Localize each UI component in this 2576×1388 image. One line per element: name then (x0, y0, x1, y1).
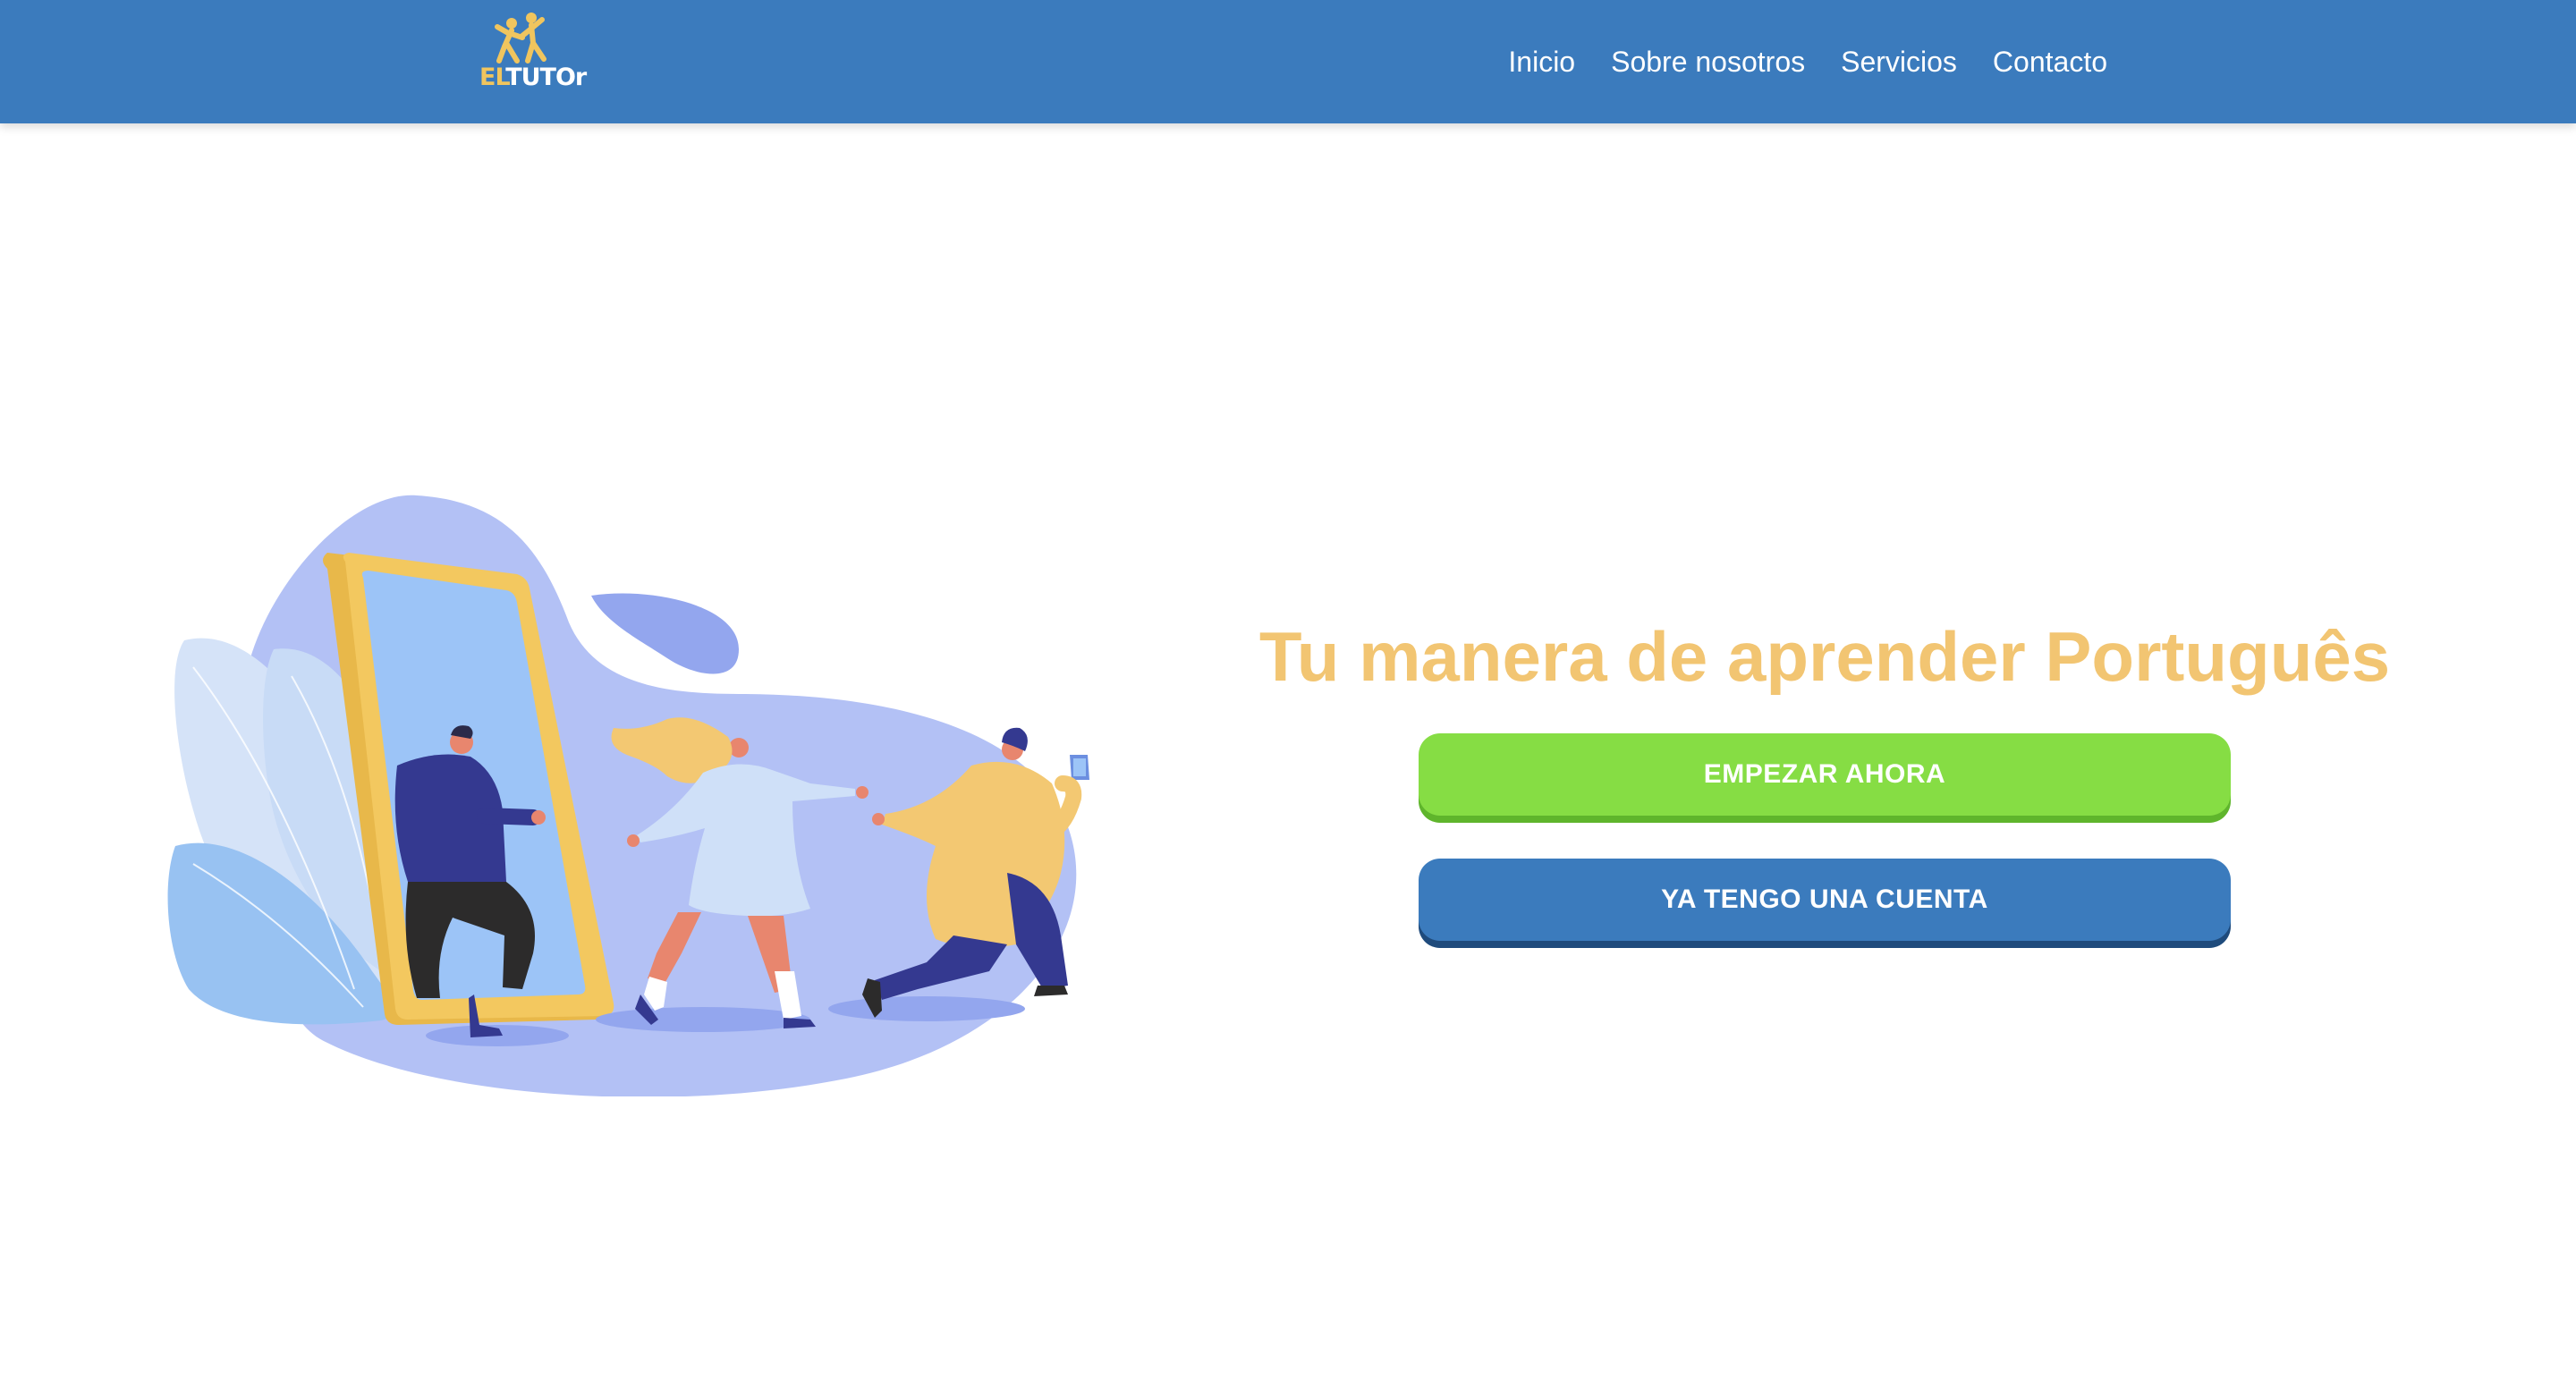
nav-item-contacto[interactable]: Contacto (1993, 46, 2107, 79)
navbar: ELTUTOr Inicio Sobre nosotros Servicios … (0, 0, 2576, 123)
have-account-button[interactable]: YA TENGO UNA CUENTA (1419, 859, 2231, 941)
brand-wordmark-el: EL (479, 63, 506, 91)
people-running-out-of-phone-illustration (167, 495, 1089, 1096)
nav-item-sobre-nosotros[interactable]: Sobre nosotros (1611, 46, 1805, 79)
brand-wordmark: ELTUTOr (479, 63, 587, 93)
brand-wordmark-tutor: TUTOr (505, 63, 587, 91)
hero-title: Tu manera de aprender Português (1258, 617, 2391, 696)
people-jumping-icon (495, 13, 547, 63)
nav-item-servicios[interactable]: Servicios (1841, 46, 1957, 79)
main-nav: Inicio Sobre nosotros Servicios Contacto (1508, 0, 2107, 123)
brand-logo[interactable]: ELTUTOr (479, 11, 587, 93)
nav-item-inicio[interactable]: Inicio (1508, 46, 1575, 79)
start-now-button[interactable]: EMPEZAR AHORA (1419, 733, 2231, 816)
